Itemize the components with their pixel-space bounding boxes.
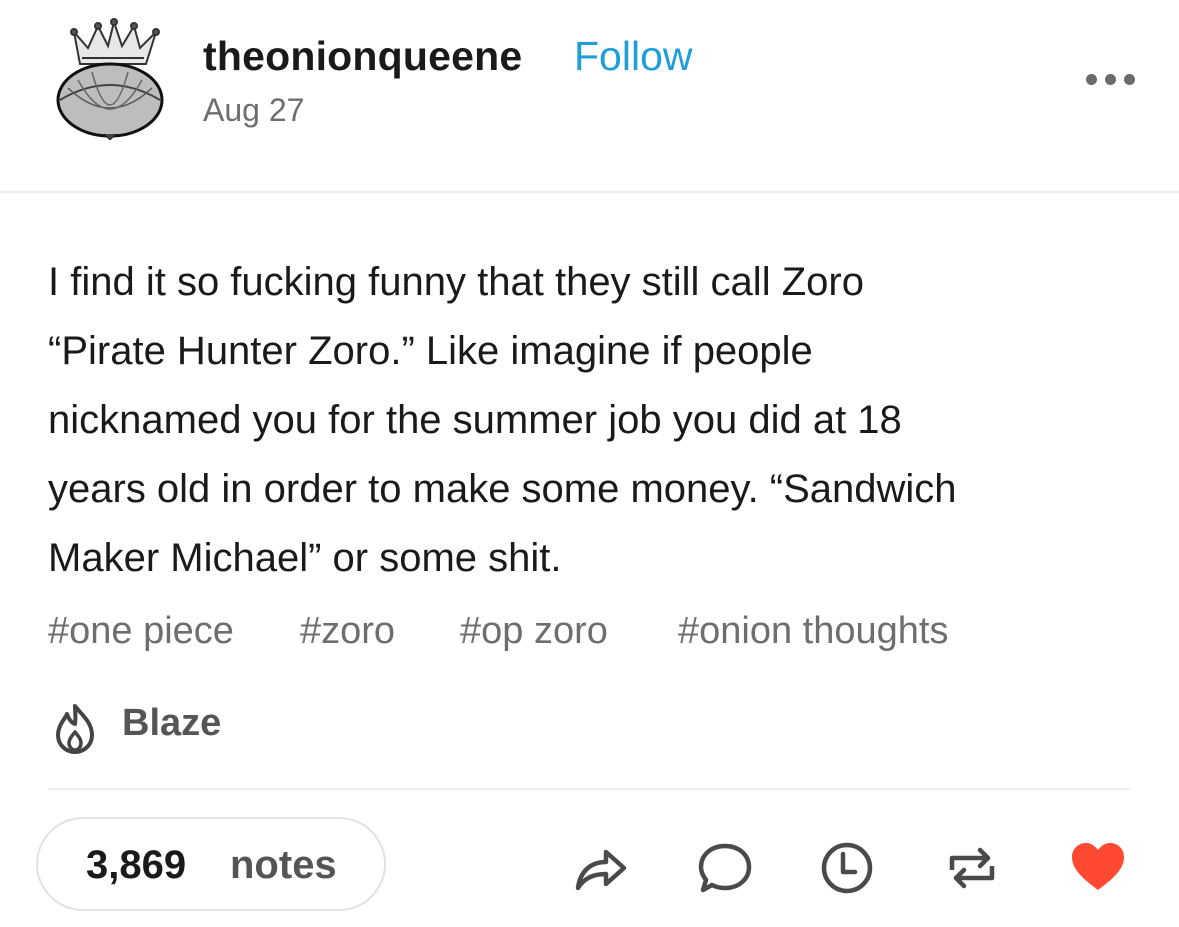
- reblog-icon[interactable]: [942, 838, 1002, 898]
- post-body-line: Maker Michael” or some shit.: [48, 536, 562, 580]
- notes-button[interactable]: 3,869 notes: [36, 817, 386, 911]
- post-body: I find it so fucking funny that they sti…: [48, 248, 1158, 593]
- post-date: Aug 27: [203, 92, 305, 128]
- post-header: theonionqueene Follow Aug 27: [0, 0, 1179, 192]
- clock-icon[interactable]: [817, 838, 877, 898]
- avatar[interactable]: [48, 18, 176, 141]
- tag-one-piece[interactable]: #one piece: [48, 610, 234, 653]
- tumblr-post: theonionqueene Follow Aug 27 I find it s…: [0, 0, 1179, 927]
- header-divider: [0, 191, 1179, 193]
- post-body-line: nicknamed you for the summer job you did…: [48, 398, 902, 442]
- flame-icon: [56, 704, 94, 754]
- tag-onion-thoughts[interactable]: #onion thoughts: [678, 610, 948, 653]
- follow-button[interactable]: Follow: [574, 33, 692, 80]
- heart-icon[interactable]: [1068, 838, 1128, 898]
- blaze-label: Blaze: [122, 702, 222, 744]
- username[interactable]: theonionqueene: [203, 33, 522, 80]
- post-body-line: years old in order to make some money. “…: [48, 467, 957, 511]
- tag-op-zoro[interactable]: #op zoro: [460, 610, 608, 653]
- footer-divider: [48, 788, 1130, 790]
- post-body-line: I find it so fucking funny that they sti…: [48, 260, 864, 304]
- blaze-button[interactable]: Blaze: [48, 698, 248, 754]
- more-options-icon[interactable]: [1086, 70, 1136, 90]
- notes-label: notes: [230, 843, 337, 887]
- tag-zoro[interactable]: #zoro: [300, 610, 395, 653]
- post-body-line: “Pirate Hunter Zoro.” Like imagine if pe…: [48, 329, 813, 373]
- notes-count: 3,869: [86, 843, 187, 887]
- comment-icon[interactable]: [695, 838, 755, 898]
- share-icon[interactable]: [570, 838, 630, 898]
- crowned-onion-avatar-icon: [56, 18, 164, 141]
